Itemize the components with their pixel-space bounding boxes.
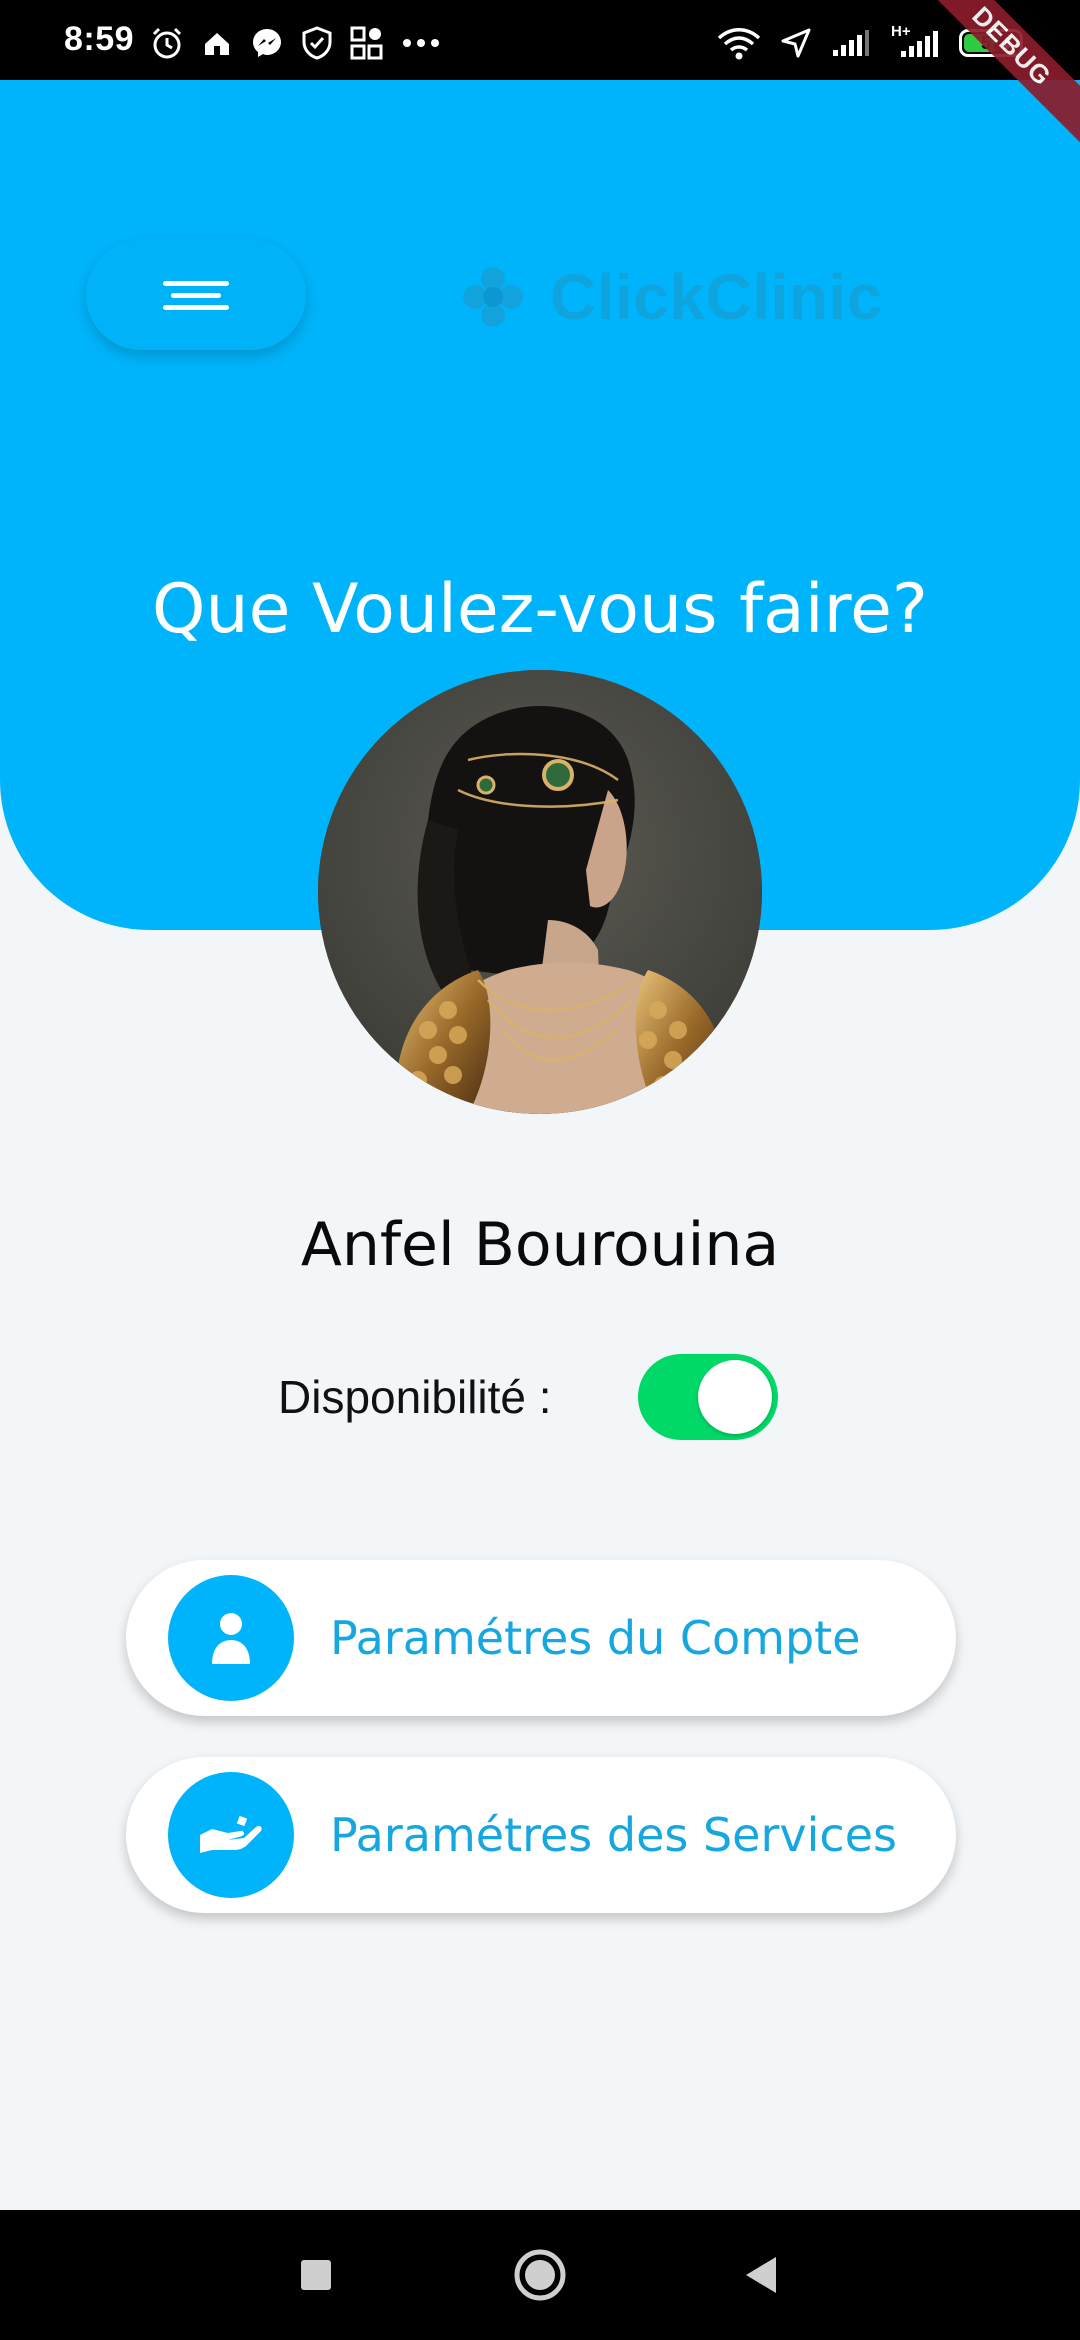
messenger-icon: [253, 29, 281, 57]
location-icon: [781, 28, 811, 58]
home-icon: [205, 33, 229, 55]
alarm-icon: [152, 27, 182, 59]
profile-photo: [318, 670, 762, 1114]
account-settings-button[interactable]: Paramétres du Compte: [126, 1560, 956, 1716]
availability-label: Disponibilité :: [278, 1371, 552, 1423]
apps-icon: [350, 26, 383, 60]
user-name: Anfel Bourouina: [300, 1210, 780, 1280]
wifi-icon: [717, 28, 761, 60]
recent-apps-icon: [301, 2260, 331, 2290]
brand-logo: ClickClinic: [462, 260, 883, 334]
toggle-knob: [697, 1360, 772, 1434]
action-icon-circle: [168, 1575, 294, 1701]
more-icon: [403, 39, 439, 47]
action-icon-circle: [168, 1772, 294, 1898]
home-icon: [514, 2249, 566, 2301]
system-nav-bar: [0, 2210, 1080, 2340]
back-button[interactable]: [680, 2210, 840, 2340]
signal-icon: [833, 30, 869, 56]
back-icon: [746, 2257, 776, 2293]
account-settings-label: Paramétres du Compte: [330, 1611, 861, 1665]
availability-row: Disponibilité :: [278, 1354, 778, 1440]
home-button[interactable]: [460, 2210, 620, 2340]
menu-button[interactable]: [86, 240, 306, 350]
person-icon: [212, 1613, 250, 1664]
status-icons-left: [150, 26, 440, 60]
shield-icon: [302, 26, 332, 60]
service-settings-button[interactable]: Paramétres des Services: [126, 1757, 956, 1913]
status-icons-right: H+ 57: [717, 23, 1023, 60]
availability-toggle[interactable]: [637, 1354, 778, 1440]
service-settings-label: Paramétres des Services: [330, 1808, 897, 1862]
hamburger-menu-icon: [163, 277, 229, 313]
avatar[interactable]: [318, 670, 762, 1114]
page-title: Que Voulez-vous faire?: [151, 570, 929, 649]
clinic-cross-icon: [463, 267, 523, 327]
service-hand-icon: [200, 1815, 262, 1853]
status-time: 8:59: [64, 20, 135, 58]
recent-apps-button[interactable]: [236, 2210, 396, 2340]
status-bar: 8:59 H+: [0, 0, 1080, 80]
signal-h-plus-icon: H+: [891, 23, 939, 59]
brand-name: ClickClinic: [550, 261, 883, 333]
